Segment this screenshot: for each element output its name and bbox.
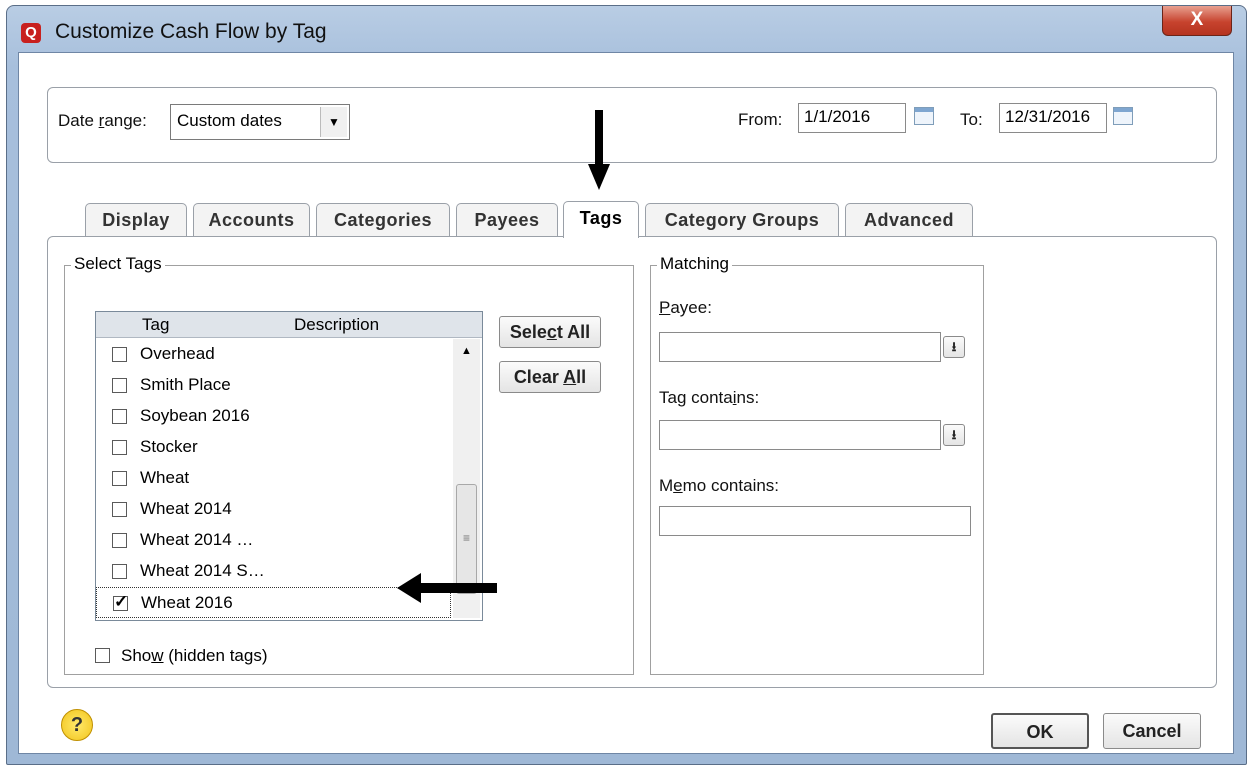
tag-checkbox[interactable] (112, 502, 127, 517)
date-range-panel: Date range: Custom dates ▼ From: 1/1/201… (47, 87, 1217, 163)
arrow-down-annotation-icon (588, 110, 610, 190)
tag-label: Overhead (140, 344, 215, 363)
close-button[interactable]: X (1162, 6, 1232, 36)
tag-label: Wheat 2014 … (140, 530, 254, 549)
select-all-button[interactable]: Select All (499, 316, 601, 348)
calendar-icon-to[interactable] (1113, 107, 1133, 125)
from-label: From: (738, 110, 783, 129)
payee-input[interactable] (659, 332, 941, 362)
to-date-field[interactable]: 12/31/2016 (999, 103, 1107, 133)
tag-row-wheat[interactable]: Wheat (96, 463, 451, 494)
calendar-icon-from[interactable] (914, 107, 934, 125)
matching-group: Matching Payee: ⭳ Tag contains: ⭳ Memo c… (650, 254, 984, 675)
to-label: To: (960, 110, 983, 129)
tab-tags[interactable]: Tags (563, 201, 639, 238)
tag-row-stocker[interactable]: Stocker (96, 432, 451, 463)
chevron-down-icon[interactable]: ▼ (320, 107, 347, 137)
clear-all-button[interactable]: Clear All (499, 361, 601, 393)
title-bar[interactable]: Q Customize Cash Flow by Tag X (7, 6, 1246, 54)
window-title: Customize Cash Flow by Tag (55, 20, 327, 43)
tag-checkbox-checked[interactable] (113, 592, 128, 612)
tag-contains-input[interactable] (659, 420, 941, 450)
column-header-tag[interactable]: Tag (142, 315, 169, 335)
quicken-app-icon: Q (21, 23, 41, 43)
tag-label: Stocker (140, 437, 198, 456)
ok-button[interactable]: OK (991, 713, 1089, 749)
tag-contains-dropdown-icon[interactable]: ⭳ (943, 424, 965, 446)
dialog-window: Q Customize Cash Flow by Tag X Date rang… (6, 5, 1247, 765)
tag-label: Wheat 2016 (141, 593, 233, 612)
tag-label: Wheat (140, 468, 190, 487)
payee-dropdown-icon[interactable]: ⭳ (943, 336, 965, 358)
date-range-select[interactable]: Custom dates ▼ (170, 104, 350, 140)
tag-checkbox[interactable] (112, 347, 127, 362)
tab-accounts[interactable]: Accounts (193, 203, 310, 237)
memo-contains-input[interactable] (659, 506, 971, 536)
tag-label: Wheat 2014 S… (140, 561, 265, 580)
tab-advanced[interactable]: Advanced (845, 203, 973, 237)
show-hidden-checkbox[interactable] (95, 648, 110, 663)
date-range-label: Date range: (58, 111, 147, 130)
tab-categories[interactable]: Categories (316, 203, 450, 237)
tag-contains-label: Tag contains: (659, 388, 760, 407)
tag-row-soybean-2016[interactable]: Soybean 2016 (96, 401, 451, 432)
tag-checkbox[interactable] (112, 440, 127, 455)
show-hidden-label: Show (hidden tags) (121, 646, 268, 665)
select-tags-group: Select Tags Tag Description Overhead Smi… (64, 254, 634, 675)
dialog-client: Date range: Custom dates ▼ From: 1/1/201… (18, 52, 1234, 754)
arrow-left-annotation-icon (397, 573, 497, 603)
tag-row-wheat-2014-a[interactable]: Wheat 2014 … (96, 525, 451, 556)
tag-checkbox[interactable] (112, 409, 127, 424)
tag-checkbox[interactable] (112, 378, 127, 393)
tab-payees[interactable]: Payees (456, 203, 558, 237)
tag-label: Soybean 2016 (140, 406, 250, 425)
tag-label: Smith Place (140, 375, 231, 394)
tab-display[interactable]: Display (85, 203, 187, 237)
tab-category-groups[interactable]: Category Groups (645, 203, 839, 237)
date-range-value: Custom dates (177, 111, 282, 130)
scroll-up-icon[interactable]: ▲ (453, 339, 480, 363)
tag-label: Wheat 2014 (140, 499, 232, 518)
tags-tab-panel: Select Tags Tag Description Overhead Smi… (47, 236, 1217, 688)
tag-list-header: Tag Description (96, 312, 482, 338)
help-icon[interactable]: ? (61, 709, 93, 741)
column-header-description[interactable]: Description (294, 315, 379, 335)
payee-label: Payee: (659, 298, 712, 317)
tag-checkbox[interactable] (112, 471, 127, 486)
tag-checkbox[interactable] (112, 564, 127, 579)
from-date-field[interactable]: 1/1/2016 (798, 103, 906, 133)
select-tags-label: Select Tags (71, 254, 165, 274)
tag-row-wheat-2014[interactable]: Wheat 2014 (96, 494, 451, 525)
memo-contains-label: Memo contains: (659, 476, 780, 495)
tag-row-overhead[interactable]: Overhead (96, 339, 451, 370)
cancel-button[interactable]: Cancel (1103, 713, 1201, 749)
tag-row-smith-place[interactable]: Smith Place (96, 370, 451, 401)
tag-checkbox[interactable] (112, 533, 127, 548)
matching-label: Matching (657, 254, 732, 274)
